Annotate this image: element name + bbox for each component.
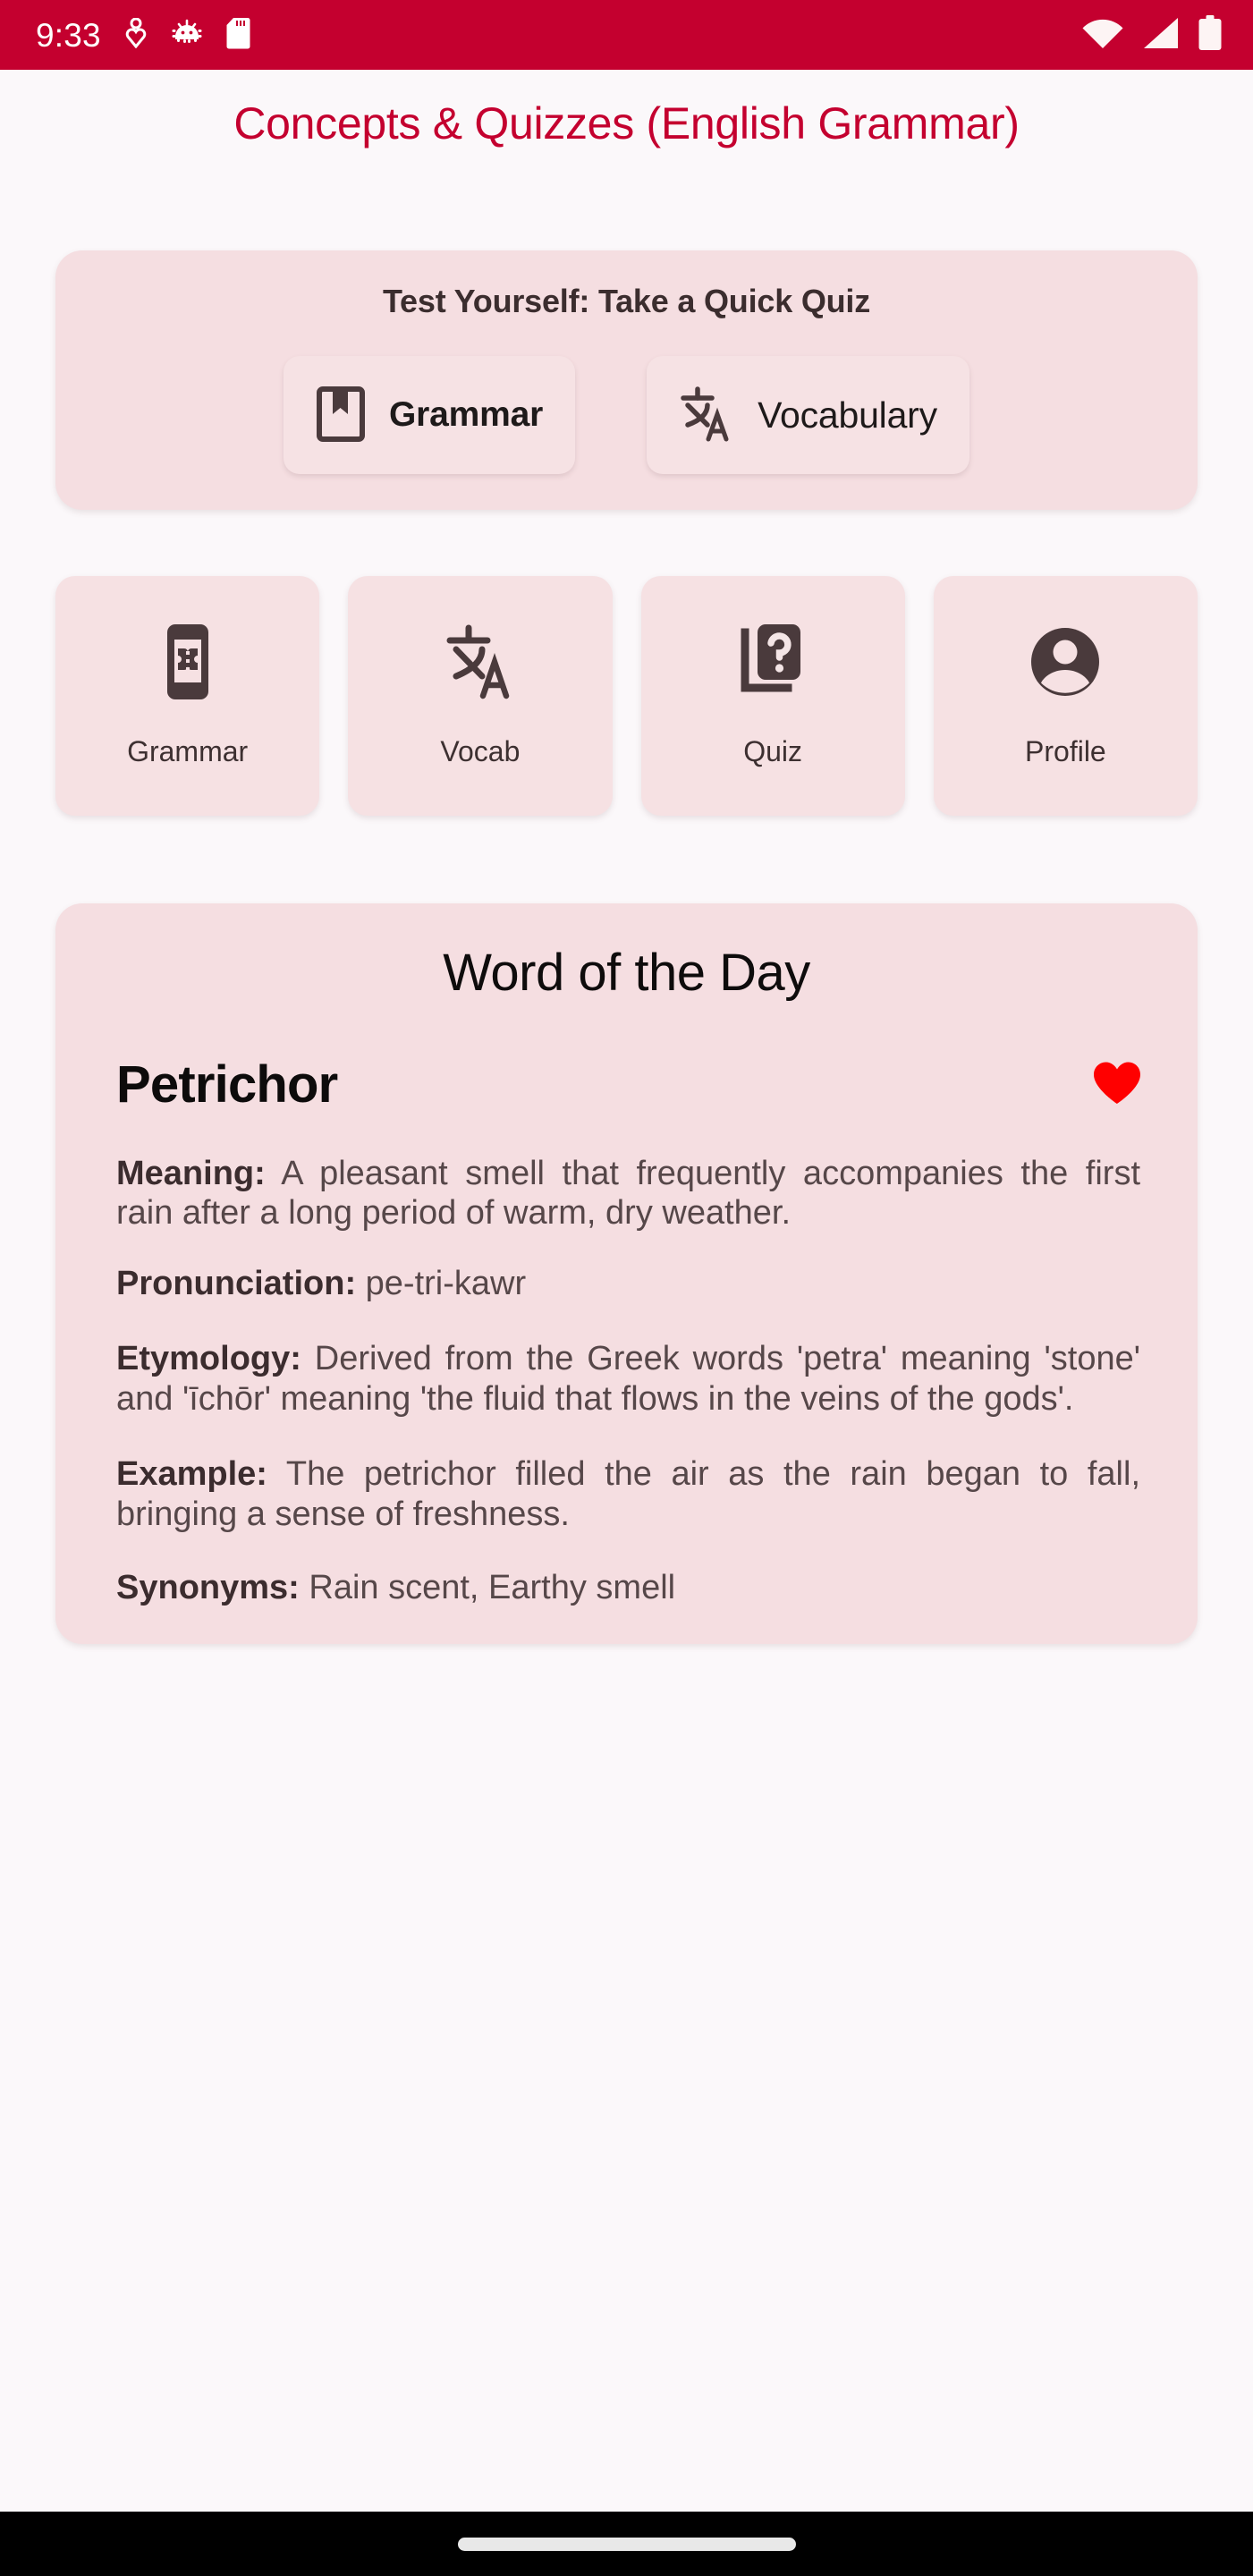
word-of-the-day-card: Word of the Day Petrichor Meaning: A ple… — [55, 903, 1198, 1644]
etymology-field: Etymology: Derived from the Greek words … — [102, 1339, 1151, 1419]
status-bar: 9:33 — [0, 0, 1253, 70]
quiz-grammar-button[interactable]: Grammar — [284, 356, 576, 474]
system-navigation-bar — [0, 2512, 1253, 2576]
quick-quiz-button-row: Grammar Vocabulary — [55, 356, 1198, 474]
android-bug-icon — [171, 17, 203, 54]
example-value: The petrichor filled the air as the rain… — [116, 1455, 1140, 1533]
example-label: Example: — [116, 1455, 267, 1494]
quiz-grammar-label: Grammar — [389, 395, 544, 434]
meaning-label: Meaning: — [116, 1155, 266, 1192]
wifi-icon — [1081, 16, 1124, 55]
battery-icon — [1198, 14, 1223, 55]
quiz-vocabulary-button[interactable]: Vocabulary — [647, 356, 969, 474]
location-heart-icon — [124, 17, 148, 53]
heart-filled-icon — [1092, 1061, 1142, 1108]
quiz-vocabulary-label: Vocabulary — [758, 394, 937, 436]
app-root: 9:33 Concepts & Quizzes (English Grammar… — [0, 0, 1253, 2576]
meaning-field: Meaning: A pleasant smell that frequentl… — [102, 1154, 1151, 1233]
example-field: Example: The petrichor filled the air as… — [102, 1454, 1151, 1534]
nav-tile-quiz-label: Quiz — [743, 735, 803, 767]
app-header: Concepts & Quizzes (English Grammar) — [0, 70, 1253, 177]
nav-tile-vocab[interactable]: Vocab — [348, 576, 613, 816]
word-of-the-day-title: Word of the Day — [443, 944, 810, 1002]
word-of-the-day-word-row: Petrichor — [102, 1055, 1151, 1114]
home-indicator[interactable] — [457, 2537, 796, 2551]
sd-card-icon — [226, 17, 250, 54]
word-of-the-day-word: Petrichor — [116, 1055, 338, 1114]
quick-quiz-title: Test Yourself: Take a Quick Quiz — [382, 283, 871, 319]
page-title: Concepts & Quizzes (English Grammar) — [233, 98, 1020, 148]
pronunciation-label: Pronunciation: — [116, 1264, 357, 1302]
nav-tile-quiz[interactable]: Quiz — [640, 576, 905, 816]
quiz-question-book-icon — [738, 623, 808, 705]
nav-tile-grammar-label: Grammar — [127, 735, 249, 767]
nav-tile-profile[interactable]: Profile — [933, 576, 1198, 816]
cellular-signal-icon — [1142, 16, 1180, 55]
nav-tile-grammar[interactable]: Grammar — [55, 576, 320, 816]
pronunciation-field: Pronunciation: pe-tri-kawr — [102, 1264, 1151, 1303]
nav-tile-profile-label: Profile — [1025, 735, 1106, 767]
meaning-value: A pleasant smell that frequently accompa… — [116, 1155, 1140, 1233]
book-bookmark-icon — [316, 386, 366, 445]
account-circle-icon — [1029, 623, 1102, 705]
pronunciation-value: pe-tri-kawr — [356, 1264, 527, 1302]
status-bar-left: 9:33 — [36, 17, 250, 54]
article-book-icon — [157, 623, 219, 705]
scroll-content: Test Yourself: Take a Quick Quiz Grammar — [0, 250, 1253, 1644]
quick-nav-row: Grammar Vocab Quiz Profile — [55, 576, 1198, 816]
synonyms-field: Synonyms: Rain scent, Earthy smell — [102, 1568, 1151, 1607]
synonyms-label: Synonyms: — [116, 1569, 300, 1607]
synonyms-value: Rain scent, Earthy smell — [299, 1569, 676, 1607]
nav-tile-vocab-label: Vocab — [440, 735, 521, 767]
translate-icon — [679, 386, 734, 445]
status-bar-right — [1081, 14, 1223, 55]
quick-quiz-card: Test Yourself: Take a Quick Quiz Grammar — [55, 250, 1198, 510]
favorite-button[interactable] — [1092, 1061, 1142, 1108]
status-clock: 9:33 — [36, 16, 101, 54]
etymology-label: Etymology: — [116, 1340, 301, 1378]
translate-icon — [444, 623, 516, 705]
